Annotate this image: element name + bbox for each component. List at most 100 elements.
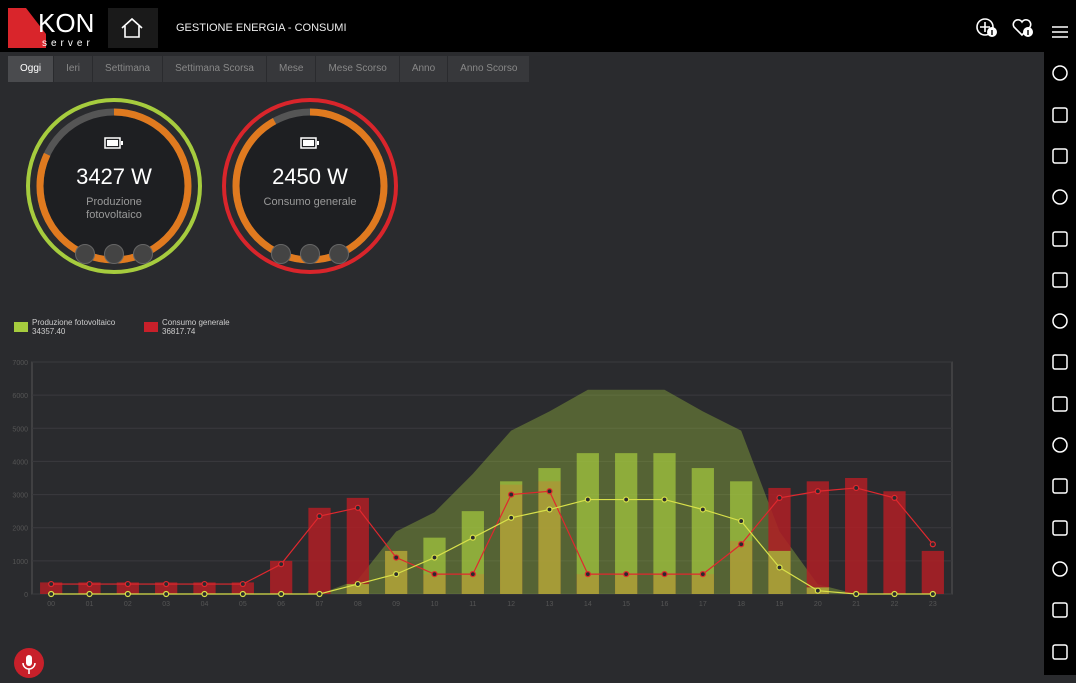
svg-text:server: server [42, 38, 94, 48]
production-bar [423, 537, 446, 594]
x-tick-label: 03 [162, 601, 170, 608]
tab-settimana[interactable]: Settimana [93, 56, 164, 82]
tab-ieri[interactable]: Ieri [54, 56, 94, 82]
production-gauge[interactable]: 3427 W Produzione fotovoltaico [24, 96, 204, 276]
tab-anno[interactable]: Anno [399, 56, 449, 82]
top-bar: KON server GESTIONE ENERGIA - CONSUMI [0, 0, 1044, 52]
tab-settimana-scorsa[interactable]: Settimana Scorsa [163, 56, 267, 82]
home-icon [121, 17, 143, 38]
production-area [51, 389, 933, 594]
toolbox-icon[interactable] [1044, 177, 1076, 217]
consumption-line-point [86, 580, 93, 588]
consumption-gauge[interactable]: 2450 W Consumo generale [220, 96, 400, 276]
consumption-bar [845, 478, 868, 594]
x-tick-label: 21 [852, 601, 860, 608]
page-title: GESTIONE ENERGIA - CONSUMI [176, 22, 347, 34]
production-line-point [469, 534, 476, 541]
consumption-line-point [738, 541, 745, 548]
ikon-logo[interactable]: KON server [8, 8, 108, 49]
home-button[interactable] [108, 8, 158, 48]
production-line-point [124, 590, 131, 598]
heart-icon[interactable] [1044, 53, 1076, 93]
user-icon[interactable] [1044, 301, 1076, 341]
favorite-info-icon[interactable] [1012, 17, 1034, 39]
settings-icon[interactable] [300, 244, 320, 264]
x-tick-label: 01 [86, 601, 94, 608]
consumption-line-point [201, 580, 208, 588]
production-line-point [316, 590, 323, 598]
alarm-bell-icon[interactable] [1044, 342, 1076, 382]
x-tick-label: 08 [354, 601, 362, 608]
compass-icon[interactable] [1044, 632, 1076, 672]
x-tick-label: 09 [392, 601, 400, 608]
consumption-line-point [393, 554, 400, 561]
list-icon[interactable] [133, 244, 153, 264]
battery-icon[interactable] [1044, 466, 1076, 506]
consumption-line-point [239, 580, 246, 588]
consumption-line-point [163, 580, 170, 588]
legend-consumption[interactable]: Consumo generale 36817.74 [144, 318, 230, 336]
legend-value: 34357.40 [32, 327, 66, 336]
tab-mese[interactable]: Mese [267, 56, 317, 82]
settings-icon[interactable] [104, 244, 124, 264]
y-tick-label: 6000 [12, 393, 28, 400]
production-line-point [623, 496, 630, 503]
production-line-point [738, 517, 745, 525]
tab-mese-scorso[interactable]: Mese Scorso [316, 56, 400, 82]
consumption-line-point [584, 571, 591, 578]
mail-icon[interactable] [1044, 508, 1076, 548]
weather-icon[interactable] [1044, 549, 1076, 589]
x-tick-label: 00 [47, 601, 55, 608]
consumption-line-point [814, 488, 821, 495]
production-line-point [278, 590, 285, 598]
consumption-line-point [124, 580, 131, 588]
period-tabs: Oggi Ieri Settimana Settimana Scorsa Mes… [8, 56, 531, 82]
speaker-icon[interactable] [1044, 425, 1076, 465]
lock-icon[interactable] [1044, 384, 1076, 424]
consumption-line-point [469, 571, 476, 578]
production-line-point [584, 496, 591, 503]
x-tick-label: 05 [239, 601, 247, 608]
y-tick-label: 3000 [12, 493, 28, 500]
tab-oggi[interactable]: Oggi [8, 56, 55, 82]
microphone-button[interactable] [14, 648, 44, 678]
consumption-line-point [891, 494, 898, 501]
right-sidebar [1044, 0, 1076, 675]
production-bar [500, 481, 523, 594]
consumption-line-point [546, 488, 553, 495]
consumption-label: Consumo generale [263, 196, 357, 208]
legend-name: Produzione fotovoltaico [32, 318, 116, 327]
menu-icon[interactable] [1044, 12, 1076, 52]
gear-icon[interactable] [1044, 136, 1076, 176]
consumption-line-point [278, 561, 285, 568]
consumption-line-point [661, 571, 668, 578]
add-info-icon[interactable] [976, 17, 998, 39]
production-line-point [776, 564, 783, 571]
consumption-bar [308, 507, 331, 594]
y-tick-label: 5000 [12, 426, 28, 433]
trend-icon[interactable] [75, 244, 95, 264]
keypad-icon[interactable] [1044, 219, 1076, 259]
image-icon[interactable] [1044, 260, 1076, 300]
floorplan-icon[interactable] [1044, 95, 1076, 135]
production-line-point [853, 590, 860, 598]
x-tick-label: 17 [699, 601, 707, 608]
production-line-point [48, 590, 55, 598]
battery-icon [104, 136, 124, 154]
list-icon[interactable] [329, 244, 349, 264]
production-line-point [891, 590, 898, 598]
production-label: Produzione fotovoltaico [86, 196, 142, 221]
x-tick-label: 20 [814, 601, 822, 608]
production-line-point [814, 587, 821, 594]
production-line-point [508, 514, 515, 521]
production-bar [730, 481, 753, 594]
trend-icon[interactable] [271, 244, 291, 264]
production-line-point [661, 496, 668, 503]
legend-production[interactable]: Produzione fotovoltaico 34357.40 [14, 318, 115, 336]
tab-anno-scorso[interactable]: Anno Scorso [448, 56, 531, 82]
consumption-line-point [623, 571, 630, 578]
legend-swatch [14, 322, 28, 332]
consumption-line-point [354, 504, 361, 511]
legend-swatch [144, 322, 158, 332]
document-icon[interactable] [1044, 590, 1076, 630]
